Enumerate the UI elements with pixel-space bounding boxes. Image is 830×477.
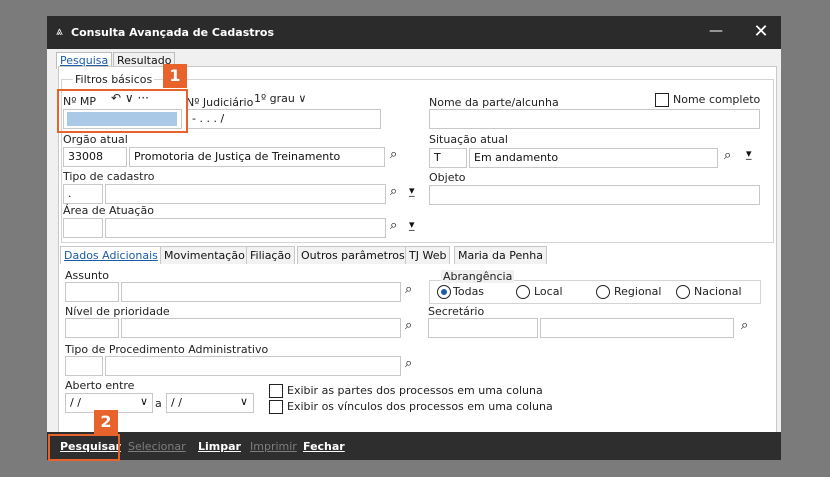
area-code-input[interactable] xyxy=(63,218,103,238)
fechar-button[interactable]: Fechar xyxy=(303,440,345,453)
imprimir-button[interactable]: Imprimir xyxy=(250,440,297,453)
date-sep-label: a xyxy=(155,397,162,410)
chevron-down-icon[interactable]: ∨ xyxy=(140,395,148,408)
selection-icon[interactable]: ▾̲ xyxy=(409,218,415,231)
assunto-code-input[interactable] xyxy=(65,282,119,302)
pesquisar-highlight xyxy=(48,434,120,461)
exibir-vinculos-label: Exibir os vínculos dos processos em uma … xyxy=(287,400,553,413)
subtab-tjweb[interactable]: TJ Web xyxy=(405,246,451,264)
radio-todas[interactable] xyxy=(437,285,451,299)
chevron-down-icon[interactable]: ∨ xyxy=(240,395,248,408)
nome-completo-label: Nome completo xyxy=(673,93,761,106)
footer-bar: Pesquisar Selecionar Limpar Imprimir Fec… xyxy=(47,432,781,460)
area-label: Área de Atuação xyxy=(63,204,154,217)
assunto-label: Assunto xyxy=(65,269,109,282)
selecionar-button[interactable]: Selecionar xyxy=(128,440,186,453)
selection-icon[interactable]: ▾̲ xyxy=(409,184,415,197)
assunto-name-input[interactable] xyxy=(121,282,401,302)
nome-input[interactable] xyxy=(429,109,760,129)
limpar-button[interactable]: Limpar xyxy=(198,440,241,453)
situacao-label: Situação atual xyxy=(429,133,508,146)
secretario-label: Secretário xyxy=(428,305,485,318)
nivel-label: Nível de prioridade xyxy=(65,305,170,318)
nmp-highlight xyxy=(57,89,188,133)
radio-nacional-label: Nacional xyxy=(694,285,742,298)
radio-regional-label: Regional xyxy=(614,285,662,298)
aberto-label: Aberto entre xyxy=(65,379,135,392)
selection-icon[interactable]: ▾̲ xyxy=(746,147,752,160)
window-title: Consulta Avançada de Cadastros xyxy=(71,26,275,39)
secretario-name-input[interactable] xyxy=(540,318,734,338)
tipo-proc-code-input[interactable] xyxy=(65,356,103,376)
tipo-code-input[interactable]: . xyxy=(63,184,103,204)
callout-2: 2 xyxy=(94,410,118,434)
radio-local[interactable] xyxy=(516,285,530,299)
nome-label: Nome da parte/alcunha xyxy=(429,96,559,109)
search-icon[interactable]: ⌕ xyxy=(405,318,412,333)
exibir-vinculos-checkbox[interactable] xyxy=(269,400,283,414)
title-bar: ⩓ Consulta Avançada de Cadastros — ✕ xyxy=(47,16,781,49)
situacao-value-input[interactable]: Em andamento xyxy=(469,148,718,168)
njud-input[interactable]: - . . . / xyxy=(187,109,381,129)
tipo-proc-label: Tipo de Procedimento Administrativo xyxy=(65,343,269,356)
exibir-partes-checkbox[interactable] xyxy=(269,384,283,398)
search-icon[interactable]: ⌕ xyxy=(405,282,412,297)
filtros-basicos-title: Filtros básicos xyxy=(73,73,155,86)
nivel-name-input[interactable] xyxy=(121,318,401,338)
radio-local-label: Local xyxy=(534,285,563,298)
objeto-input[interactable] xyxy=(429,185,760,205)
nome-completo-checkbox[interactable] xyxy=(655,93,669,107)
grau-select[interactable]: 1º grau ∨ xyxy=(254,92,306,105)
close-button[interactable]: ✕ xyxy=(751,22,771,42)
callout-1: 1 xyxy=(163,64,187,88)
orgao-label: Orgão atual xyxy=(63,133,128,146)
tipo-label: Tipo de cadastro xyxy=(63,170,155,183)
objeto-label: Objeto xyxy=(429,171,466,184)
secretario-code-input[interactable] xyxy=(428,318,538,338)
search-icon[interactable]: ⌕ xyxy=(390,184,397,199)
search-icon[interactable]: ⌕ xyxy=(405,356,412,371)
tipo-name-input[interactable] xyxy=(105,184,386,204)
radio-nacional[interactable] xyxy=(676,285,690,299)
subtab-dados-adicionais[interactable]: Dados Adicionais xyxy=(60,246,162,264)
subtab-outros-parametros[interactable]: Outros parâmetros xyxy=(297,246,409,264)
nivel-code-input[interactable] xyxy=(65,318,119,338)
orgao-name-input[interactable]: Promotoria de Justiça de Treinamento xyxy=(129,147,385,167)
subtab-filiacao[interactable]: Filiação xyxy=(246,246,295,264)
abrangencia-label: Abrangência xyxy=(441,270,515,283)
radio-todas-label: Todas xyxy=(453,285,485,298)
minimize-button[interactable]: — xyxy=(707,24,725,42)
situacao-code-input[interactable]: T xyxy=(429,148,467,168)
orgao-code-input[interactable]: 33008 xyxy=(63,147,127,167)
subtab-maria-da-penha[interactable]: Maria da Penha xyxy=(454,246,547,264)
consulta-window: ⩓ Consulta Avançada de Cadastros — ✕ Pes… xyxy=(47,16,781,460)
search-icon[interactable]: ⌕ xyxy=(724,148,731,163)
njud-label: Nº Judiciário xyxy=(186,96,254,109)
radio-regional[interactable] xyxy=(596,285,610,299)
subtab-movimentacao[interactable]: Movimentação xyxy=(160,246,249,264)
app-logo-icon: ⩓ xyxy=(56,24,63,38)
tipo-proc-name-input[interactable] xyxy=(105,356,401,376)
search-icon[interactable]: ⌕ xyxy=(390,147,397,162)
search-icon[interactable]: ⌕ xyxy=(390,218,397,233)
exibir-partes-label: Exibir as partes dos processos em uma co… xyxy=(287,384,543,397)
area-name-input[interactable] xyxy=(105,218,386,238)
search-icon[interactable]: ⌕ xyxy=(741,318,748,333)
